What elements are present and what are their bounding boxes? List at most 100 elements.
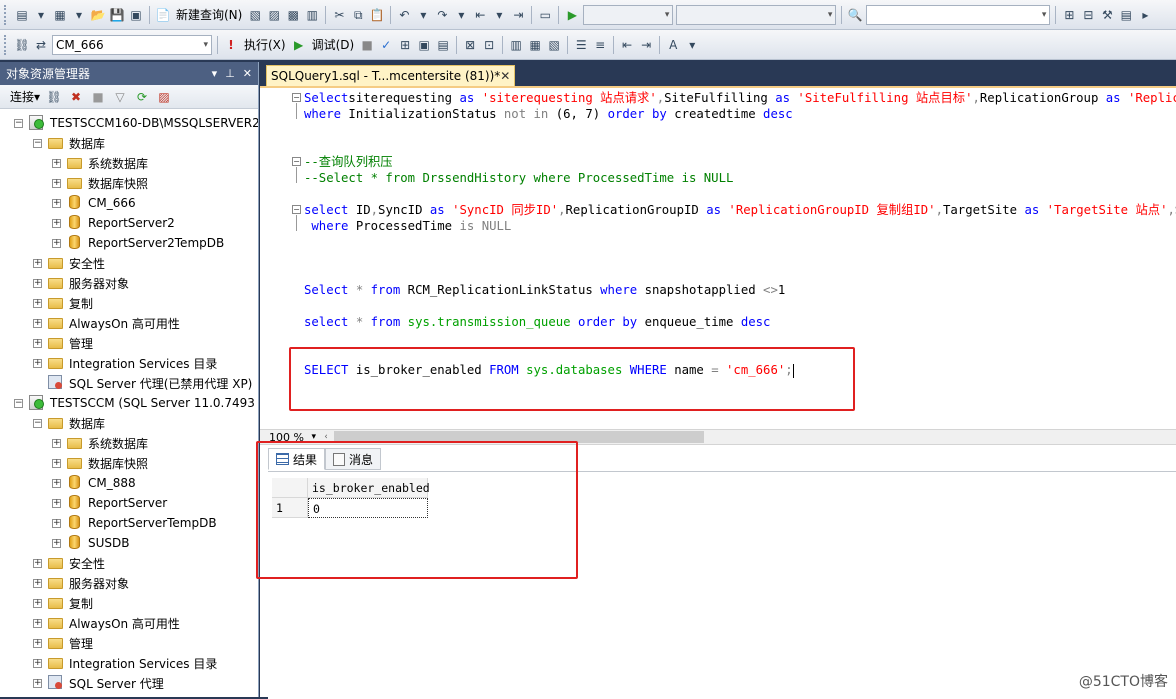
navigate-forward-icon[interactable]: ⇥: [510, 7, 526, 23]
tree-node[interactable]: + SQL Server 代理: [33, 673, 164, 693]
expand-icon[interactable]: +: [52, 498, 61, 508]
mdx-query-icon[interactable]: ▩: [285, 7, 301, 23]
estimated-plan-icon[interactable]: ⊞: [397, 37, 413, 53]
copy-icon[interactable]: ⧉: [350, 7, 366, 23]
expand-icon[interactable]: +: [33, 618, 42, 628]
tree-node[interactable]: + 复制: [33, 293, 93, 313]
cut-icon[interactable]: ✂: [331, 7, 347, 23]
expand-icon[interactable]: +: [33, 658, 42, 668]
tree-node[interactable]: + 系统数据库: [52, 433, 148, 453]
cancel-query-icon[interactable]: ■: [359, 37, 375, 53]
filter-icon[interactable]: ▽: [112, 89, 128, 105]
new-query-button[interactable]: 新建查询(N): [174, 6, 244, 23]
tree-node[interactable]: + 管理: [33, 633, 93, 653]
expand-icon[interactable]: +: [33, 278, 42, 288]
execute-icon[interactable]: !: [223, 37, 239, 53]
tree-node[interactable]: + ReportServer2: [52, 213, 175, 233]
tree-node[interactable]: − 数据库: [33, 133, 105, 153]
tree-node[interactable]: + 安全性: [33, 253, 105, 273]
expand-icon[interactable]: +: [33, 358, 42, 368]
tree-node[interactable]: + CM_666: [52, 193, 136, 213]
add-item-icon[interactable]: ▦: [52, 7, 68, 23]
specify-values-icon[interactable]: ▤: [435, 37, 451, 53]
expand-icon[interactable]: +: [33, 258, 42, 268]
window-position-icon[interactable]: ▾: [212, 67, 218, 80]
database-select[interactable]: CM_666 ▾: [52, 34, 212, 55]
horizontal-scrollbar-thumb[interactable]: [334, 431, 704, 443]
expand-icon[interactable]: +: [52, 158, 61, 168]
grid-corner[interactable]: [272, 478, 308, 498]
expand-icon[interactable]: +: [33, 578, 42, 588]
tree-node[interactable]: + 安全性: [33, 553, 105, 573]
toolbar-options-icon[interactable]: ▾: [684, 37, 700, 53]
new-project-icon[interactable]: ▤: [14, 7, 30, 23]
chevron-down-icon[interactable]: ▾: [71, 7, 87, 23]
find-in-files-icon[interactable]: 🔍: [847, 7, 863, 23]
solution-config-dropdown[interactable]: ▾: [583, 4, 674, 25]
expand-icon[interactable]: +: [33, 558, 42, 568]
tree-node[interactable]: + AlwaysOn 高可用性: [33, 313, 180, 333]
tree-node[interactable]: + 数据库快照: [52, 453, 148, 473]
tab-messages[interactable]: 消息: [325, 448, 382, 470]
collapse-icon[interactable]: −: [292, 93, 301, 102]
results-to-grid-icon[interactable]: ▦: [527, 37, 543, 53]
save-all-icon[interactable]: ▣: [128, 7, 144, 23]
chevron-down-icon[interactable]: ▾: [491, 7, 507, 23]
screenshot-icon[interactable]: ▭: [537, 7, 553, 23]
tree-node[interactable]: + CM_888: [52, 473, 136, 493]
chevron-down-icon[interactable]: ▾: [453, 7, 469, 23]
connect-server-icon[interactable]: ⛓: [46, 89, 62, 105]
tree-node[interactable]: − 数据库: [33, 413, 105, 433]
collapse-icon[interactable]: −: [292, 157, 301, 166]
connect-button[interactable]: 连接▾: [10, 88, 40, 105]
expand-icon[interactable]: +: [33, 318, 42, 328]
tree-node[interactable]: + 服务器对象: [33, 573, 129, 593]
tree-node[interactable]: + ReportServerTempDB: [52, 513, 217, 533]
tree-node[interactable]: + 系统数据库: [52, 153, 148, 173]
tree-node[interactable]: + AlwaysOn 高可用性: [33, 613, 180, 633]
open-file-icon[interactable]: 📂: [90, 7, 106, 23]
expand-icon[interactable]: +: [52, 218, 61, 228]
tree-node[interactable]: + 服务器对象: [33, 273, 129, 293]
collapse-icon[interactable]: −: [33, 138, 42, 148]
expand-icon[interactable]: +: [33, 598, 42, 608]
tree-node[interactable]: + ReportServer2TempDB: [52, 233, 224, 253]
tree-node[interactable]: + SUSDB: [52, 533, 130, 553]
expand-icon[interactable]: +: [52, 178, 61, 188]
object-explorer-icon[interactable]: ⊟: [1080, 7, 1096, 23]
solution-platform-dropdown[interactable]: ▾: [676, 4, 837, 25]
tab-sqlquery1[interactable]: SQLQuery1.sql - T...mcentersite (81))* ✕: [266, 65, 515, 86]
tree-node[interactable]: − TESTSCCM160-DB\MSSQLSERVER2: [14, 113, 258, 133]
expand-icon[interactable]: +: [52, 238, 61, 248]
chevron-down-icon[interactable]: ▾: [415, 7, 431, 23]
pin-icon[interactable]: ⊥: [225, 67, 235, 80]
zoom-dropdown[interactable]: 100 % ▾: [260, 430, 320, 444]
new-query-icon[interactable]: 📄: [155, 7, 171, 23]
expand-icon[interactable]: +: [52, 438, 61, 448]
grid-column-header[interactable]: is_broker_enabled: [308, 478, 430, 498]
stop-icon[interactable]: ■: [90, 89, 106, 105]
expand-icon[interactable]: +: [33, 638, 42, 648]
collapse-icon[interactable]: −: [14, 398, 23, 408]
overflow-icon[interactable]: ▸: [1137, 7, 1153, 23]
specify-template-icon[interactable]: A: [665, 37, 681, 53]
disconnect-icon[interactable]: ✖: [68, 89, 84, 105]
tree-node[interactable]: + Integration Services 目录: [33, 353, 217, 373]
close-icon[interactable]: ✕: [500, 69, 510, 83]
grid-row-number[interactable]: 1: [272, 498, 308, 518]
tree-node[interactable]: + 数据库快照: [52, 173, 148, 193]
start-icon[interactable]: ▶: [564, 7, 580, 23]
collapse-icon[interactable]: −: [292, 205, 301, 214]
expand-icon[interactable]: +: [52, 478, 61, 488]
expand-icon[interactable]: +: [33, 298, 42, 308]
tree-node[interactable]: + 管理: [33, 333, 93, 353]
paste-icon[interactable]: 📋: [369, 7, 385, 23]
toolbar-grip[interactable]: [4, 4, 8, 25]
increase-indent-icon[interactable]: ⇥: [638, 37, 654, 53]
redo-icon[interactable]: ↷: [434, 7, 450, 23]
include-plan-icon[interactable]: ⊡: [481, 37, 497, 53]
close-icon[interactable]: ✕: [243, 67, 252, 80]
tree-node[interactable]: + ReportServer: [52, 493, 167, 513]
expand-icon[interactable]: +: [52, 538, 61, 548]
tree-node[interactable]: − TESTSCCM (SQL Server 11.0.7493 -: [14, 393, 258, 413]
